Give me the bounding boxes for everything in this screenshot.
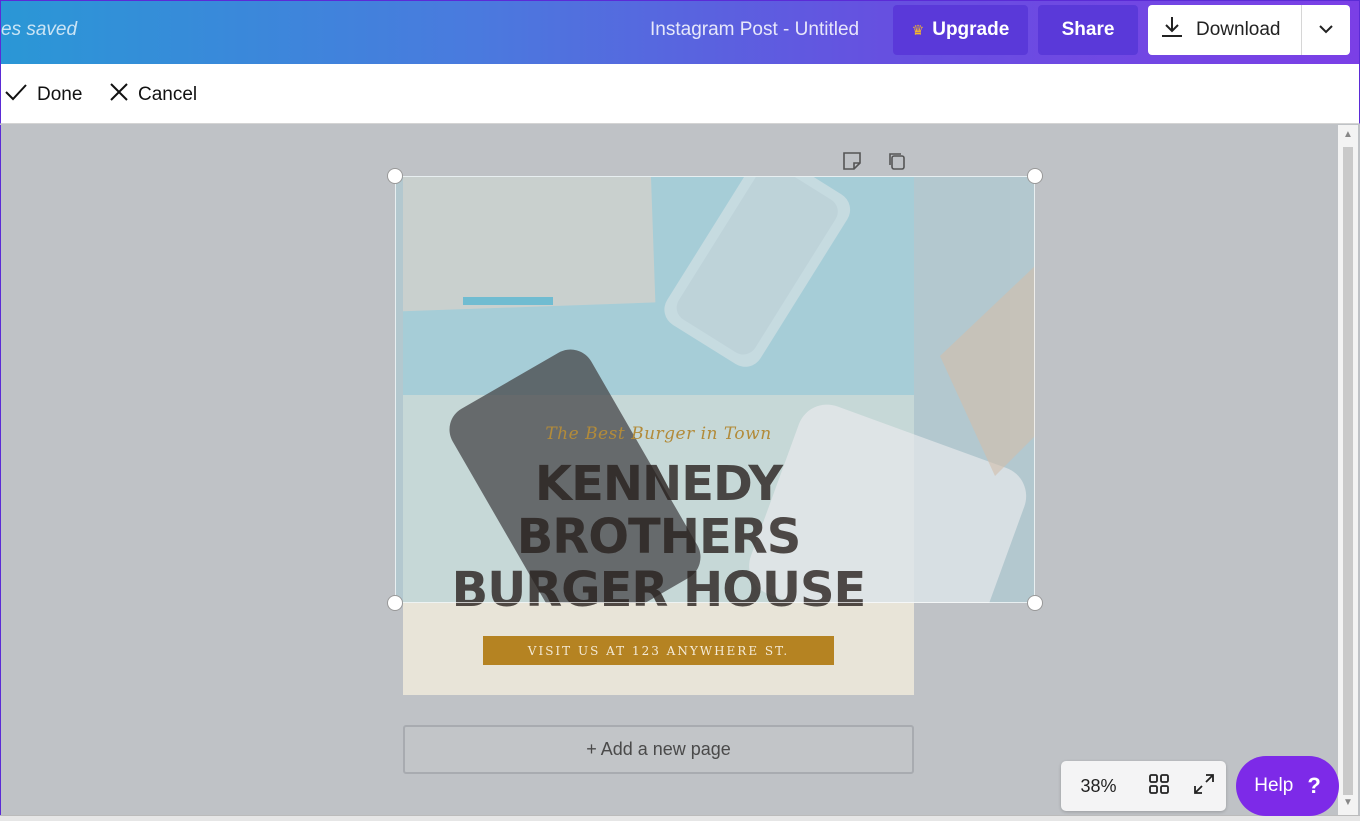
headline-line: KENNEDY: [534, 456, 783, 512]
done-button[interactable]: Done: [5, 83, 82, 107]
crop-action-bar: Done Cancel: [0, 64, 1360, 124]
done-label: Done: [37, 84, 83, 105]
zoom-controls: 38%: [1061, 761, 1226, 811]
bottom-edge: [0, 815, 1360, 821]
resize-handle-bottom-left[interactable]: [387, 595, 403, 611]
fullscreen-button[interactable]: [1181, 773, 1226, 800]
share-label: Share: [1061, 19, 1115, 40]
expand-icon: [1193, 773, 1215, 800]
resize-handle-bottom-right[interactable]: [1027, 595, 1043, 611]
design-tagline[interactable]: The Best Burger in Town: [403, 424, 914, 444]
top-bar: es saved Instagram Post - Untitled ♛ Upg…: [0, 0, 1360, 64]
headline-line: BROTHERS: [516, 509, 802, 565]
checkmark-icon: [5, 83, 27, 107]
cancel-label: Cancel: [138, 84, 198, 105]
cancel-button[interactable]: Cancel: [110, 83, 197, 107]
resize-handle-top-right[interactable]: [1027, 168, 1043, 184]
close-icon: [110, 83, 128, 107]
grid-view-button[interactable]: [1136, 773, 1181, 800]
download-label: Download: [1196, 19, 1281, 40]
question-icon: ?: [1307, 773, 1321, 798]
scroll-down-icon[interactable]: ▼: [1343, 797, 1353, 808]
document-title[interactable]: Instagram Post - Untitled: [650, 19, 859, 41]
download-icon: [1160, 15, 1184, 45]
upgrade-label: Upgrade: [932, 19, 1010, 40]
grid-icon: [1148, 773, 1170, 800]
upgrade-button[interactable]: ♛ Upgrade: [893, 5, 1028, 55]
save-status: es saved: [1, 19, 78, 40]
download-button[interactable]: Download: [1148, 5, 1301, 55]
page-notes-icon[interactable]: [841, 150, 863, 172]
vertical-scrollbar[interactable]: ▲ ▼: [1338, 125, 1358, 815]
help-button[interactable]: Help ?: [1236, 756, 1339, 816]
help-label: Help: [1254, 775, 1294, 796]
add-new-page-button[interactable]: + Add a new page: [403, 725, 914, 774]
share-button[interactable]: Share: [1038, 5, 1138, 55]
design-headline[interactable]: KENNEDY BROTHERS BURGER HOUSE: [403, 458, 914, 617]
duplicate-page-icon[interactable]: [886, 150, 908, 172]
resize-handle-top-left[interactable]: [387, 168, 403, 184]
zoom-level[interactable]: 38%: [1061, 776, 1136, 797]
scroll-up-icon[interactable]: ▲: [1343, 129, 1353, 140]
chevron-down-icon: [1318, 21, 1334, 39]
visit-banner[interactable]: VISIT US AT 123 ANYWHERE ST.: [483, 636, 834, 665]
download-options-button[interactable]: [1301, 5, 1350, 55]
headline-line: BURGER HOUSE: [451, 562, 867, 618]
crown-icon: ♛: [911, 21, 925, 38]
scroll-thumb[interactable]: [1343, 147, 1353, 795]
